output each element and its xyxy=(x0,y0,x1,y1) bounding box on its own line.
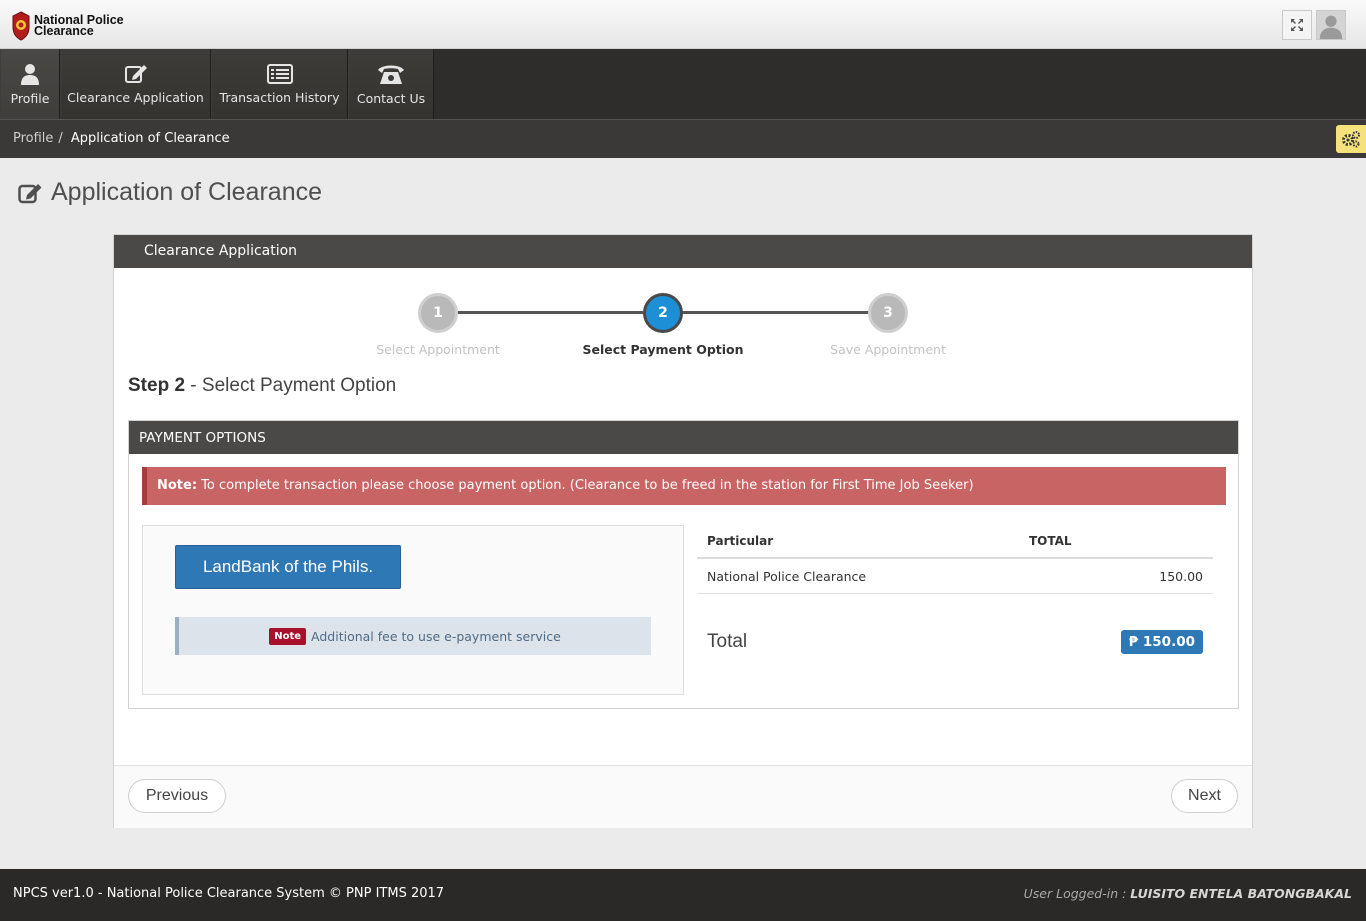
step-connector-2 xyxy=(682,311,869,314)
cell-particular: National Police Clearance xyxy=(707,568,867,584)
list-icon xyxy=(266,63,293,84)
total-row: Total ₱ 150.00 xyxy=(697,625,1213,659)
breadcrumb-separator: / xyxy=(58,131,63,146)
step-connector-1 xyxy=(458,311,643,314)
fee-note-text: Additional fee to use e-payment service xyxy=(311,628,561,644)
nav-item-clearance-application[interactable]: Clearance Application xyxy=(60,49,211,119)
previous-button[interactable]: Previous xyxy=(128,779,226,813)
clearance-application-panel: Clearance Application 1 2 3 Select Appoi… xyxy=(113,234,1253,828)
total-label: Total xyxy=(707,631,748,652)
step-2-label: Select Payment Option xyxy=(582,342,744,357)
edit-icon xyxy=(18,183,42,203)
logo[interactable]: National Police Clearance xyxy=(11,11,124,41)
payment-table: Particular TOTAL National Police Clearan… xyxy=(697,525,1213,594)
top-bar: National Police Clearance xyxy=(0,0,1366,49)
column-header-particular: Particular xyxy=(707,534,774,548)
payment-options-header: PAYMENT OPTIONS xyxy=(129,421,1238,454)
total-amount-badge: ₱ 150.00 xyxy=(1120,630,1203,654)
footer-user-info: User Logged-in : LUISITO ENTELA BATONGBA… xyxy=(1024,886,1352,901)
cell-total: 150.00 xyxy=(1159,568,1203,584)
next-button[interactable]: Next xyxy=(1171,779,1238,813)
footer-user-prefix: User Logged-in : xyxy=(1023,886,1131,901)
phone-icon xyxy=(378,65,404,84)
brand-name: National Police Clearance xyxy=(34,14,124,38)
step-3-indicator[interactable]: 3 xyxy=(868,293,908,333)
pnp-badge-icon xyxy=(12,11,30,41)
edit-icon xyxy=(124,64,147,83)
breadcrumb-profile-link[interactable]: Profile xyxy=(13,131,53,146)
payment-method-box: LandBank of the Phils. Note Additional f… xyxy=(142,525,684,695)
page-title: Application of Clearance xyxy=(18,178,322,207)
page-footer: NPCS ver1.0 - National Police Clearance … xyxy=(0,869,1366,921)
expand-icon xyxy=(1291,19,1303,31)
step-heading-prefix: Step 2 xyxy=(128,375,186,396)
step-1-indicator[interactable]: 1 xyxy=(418,293,458,333)
step-heading-text: - Select Payment Option xyxy=(185,375,397,396)
alert-text: To complete transaction please choose pa… xyxy=(197,478,974,493)
nav-item-contact-us[interactable]: Contact Us xyxy=(348,49,434,119)
page-title-text: Application of Clearance xyxy=(51,178,322,206)
table-row: National Police Clearance 150.00 xyxy=(697,559,1213,594)
landbank-button[interactable]: LandBank of the Phils. xyxy=(175,545,401,589)
user-icon xyxy=(21,63,39,85)
settings-button[interactable] xyxy=(1336,125,1366,153)
footer-user-name: LUISITO ENTELA BATONGBAKAL xyxy=(1130,886,1352,901)
step-heading: Step 2 - Select Payment Option xyxy=(128,375,396,397)
step-3-label: Save Appointment xyxy=(830,342,946,357)
step-2-indicator[interactable]: 2 xyxy=(643,293,683,333)
breadcrumb: Profile / Application of Clearance xyxy=(13,131,230,146)
nav-label-contact-us: Contact Us xyxy=(356,90,426,106)
gears-icon xyxy=(1342,131,1360,148)
avatar-icon xyxy=(1317,11,1345,39)
main-nav: Profile Clearance Application Transactio… xyxy=(0,49,1366,119)
nav-item-profile[interactable]: Profile xyxy=(0,49,60,119)
breadcrumb-bar: Profile / Application of Clearance xyxy=(0,119,1366,158)
step-1-label: Select Appointment xyxy=(376,342,500,357)
brand-line-2: Clearance xyxy=(34,24,94,38)
note-badge: Note xyxy=(269,627,307,645)
column-header-total: TOTAL xyxy=(1029,534,1072,548)
nav-label-profile: Profile xyxy=(10,90,50,106)
payment-alert: Note: To complete transaction please cho… xyxy=(142,467,1226,505)
fee-note: Note Additional fee to use e-payment ser… xyxy=(175,617,651,655)
panel-header: Clearance Application xyxy=(114,235,1252,268)
wizard-footer: Previous Next xyxy=(114,765,1252,828)
nav-label-transaction-history: Transaction History xyxy=(219,89,340,105)
breadcrumb-current: Application of Clearance xyxy=(70,131,230,146)
nav-label-clearance-application: Clearance Application xyxy=(67,89,204,105)
user-avatar-button[interactable] xyxy=(1316,10,1346,40)
table-header: Particular TOTAL xyxy=(697,525,1213,559)
nav-item-transaction-history[interactable]: Transaction History xyxy=(211,49,348,119)
payment-options-box: PAYMENT OPTIONS Note: To complete transa… xyxy=(128,420,1239,709)
fullscreen-button[interactable] xyxy=(1282,10,1312,40)
footer-copyright: NPCS ver1.0 - National Police Clearance … xyxy=(13,886,445,901)
alert-label: Note: xyxy=(157,478,198,493)
